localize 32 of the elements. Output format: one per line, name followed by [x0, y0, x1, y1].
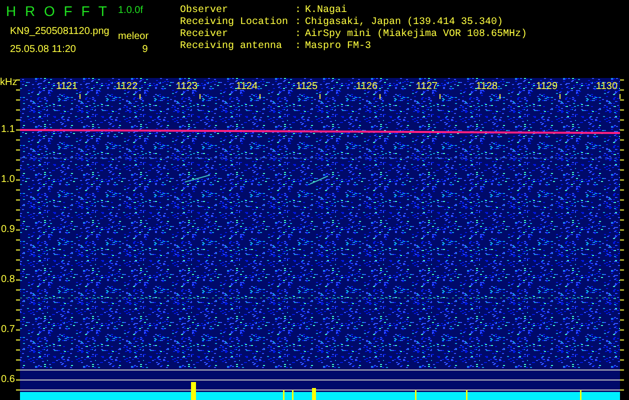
y-tick-label: 1.0 [1, 175, 15, 185]
info-label: Receiving Location [180, 17, 290, 28]
y-tick-label: 0.8 [1, 275, 15, 285]
time-label: 1130 [596, 82, 618, 92]
count-label: 9 [141, 43, 149, 57]
time-label: 1122 [116, 82, 138, 92]
time-label: 1128 [476, 82, 498, 92]
info-colon: : [295, 41, 302, 53]
version-label: 1.0.0f [118, 4, 144, 18]
info-label: Receiving antenna [180, 41, 284, 53]
y-tick-label: 0.9 [1, 225, 15, 235]
axis-unit-label: kHz [0, 78, 18, 88]
filename-label: KN9_2505081120.png [9, 25, 110, 39]
info-colon: : [295, 17, 302, 29]
timestamp-label: 25.05.08 11:20 [9, 43, 77, 57]
info-value: Chigasaki, Japan (139.414 35.340) [305, 17, 504, 28]
info-value: K.Nagai [305, 5, 348, 16]
info-label: Receiver [180, 29, 230, 40]
info-colon: : [295, 29, 302, 41]
time-label: 1126 [356, 82, 378, 92]
time-label: 1124 [236, 82, 258, 92]
time-label: 1123 [176, 82, 198, 92]
time-label: 1127 [416, 82, 438, 92]
info-value: Maspro FM-3 [305, 41, 372, 53]
info-label: Observer [180, 5, 230, 16]
info-value: AirSpy mini (Miakejima VOR 108.65MHz) [305, 29, 528, 41]
y-tick-label: 1.1 [1, 125, 15, 135]
y-tick-label: 0.7 [1, 325, 15, 335]
info-colon: : [295, 5, 302, 17]
app-title: H R O F F T [5, 2, 109, 21]
y-tick-label: 0.6 [1, 375, 15, 385]
mode-label: meleor [118, 30, 150, 40]
